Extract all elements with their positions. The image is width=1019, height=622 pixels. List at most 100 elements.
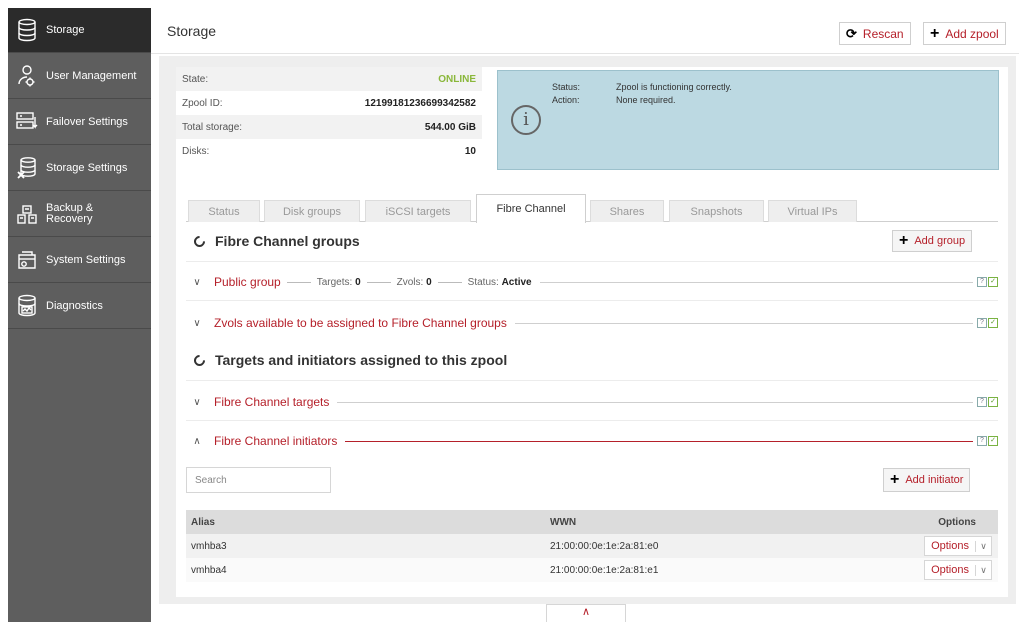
failover-icon <box>8 111 46 133</box>
chevron-down-icon[interactable]: ∨ <box>975 540 991 552</box>
zvols-available-link[interactable]: Zvols available to be assigned to Fibre … <box>214 316 507 330</box>
fc-targets-link[interactable]: Fibre Channel targets <box>214 395 329 409</box>
main-panel: State: ONLINE Zpool ID: 1219918123669934… <box>159 56 1016 604</box>
info-row-state: State: ONLINE <box>176 67 482 91</box>
disks-value: 10 <box>464 145 476 157</box>
tab-fibre-channel[interactable]: Fibre Channel <box>476 194 586 223</box>
action-value: None required. <box>616 95 676 105</box>
search-input[interactable] <box>186 467 331 493</box>
total-storage-value: 544.00 GiB <box>424 121 476 133</box>
fc-targets-row: ∨ Fibre Channel targets ? ✓ <box>186 392 998 412</box>
group-status: Status: Active <box>467 276 532 288</box>
check-icon[interactable]: ✓ <box>988 436 998 446</box>
divider <box>186 380 998 381</box>
fc-initiators-link[interactable]: Fibre Channel initiators <box>214 434 337 448</box>
chevron-down-icon[interactable]: ∨ <box>186 277 208 288</box>
plus-icon: + <box>899 232 909 249</box>
sidebar-item-user-management[interactable]: User Management <box>8 54 151 99</box>
table-row: vmhba3 21:00:00:0e:1e:2a:81:e0 Options ∨ <box>186 534 998 558</box>
zvols-available-row: ∨ Zvols available to be assigned to Fibr… <box>186 313 998 333</box>
rescan-label: Rescan <box>862 26 904 41</box>
sidebar-item-label: Failover Settings <box>46 115 128 128</box>
page-header: Storage ⟳ Rescan + Add zpool <box>151 8 1019 54</box>
help-icon[interactable]: ? <box>977 318 987 328</box>
info-row-disks: Disks: 10 <box>176 139 482 163</box>
add-group-button[interactable]: + Add group <box>892 230 973 252</box>
collapse-panel-button[interactable]: ∧ <box>546 604 626 622</box>
public-group-link[interactable]: Public group <box>214 275 281 289</box>
help-icon[interactable]: ? <box>977 397 987 407</box>
zvols-count: Zvols: 0 <box>396 276 432 288</box>
options-button[interactable]: Options ∨ <box>924 560 992 580</box>
tab-status[interactable]: Status <box>188 200 260 222</box>
check-icon[interactable]: ✓ <box>988 318 998 328</box>
sidebar-item-label: User Management <box>46 69 137 82</box>
column-header-options: Options <box>938 516 976 528</box>
zpool-id-value: 12199181236699342582 <box>364 97 476 109</box>
fc-groups-title: Fibre Channel groups <box>215 233 360 249</box>
sidebar-item-label: Storage Settings <box>46 161 128 174</box>
rescan-button[interactable]: ⟳ Rescan <box>839 22 911 45</box>
sidebar-item-failover-settings[interactable]: Failover Settings <box>8 100 151 145</box>
column-header-wwn: WWN <box>550 516 577 528</box>
help-icon[interactable]: ? <box>977 277 987 287</box>
tab-iscsi-targets[interactable]: iSCSI targets <box>365 200 471 222</box>
sidebar-item-storage-settings[interactable]: Storage Settings <box>8 146 151 191</box>
info-key: State: <box>182 73 209 85</box>
tab-shares[interactable]: Shares <box>590 200 664 222</box>
help-icon[interactable]: ? <box>977 436 987 446</box>
sidebar-item-storage[interactable]: Storage <box>8 8 151 53</box>
sidebar-item-diagnostics[interactable]: Diagnostics <box>8 284 151 329</box>
row-actions: ? ✓ <box>977 436 998 446</box>
sidebar-item-label: System Settings <box>46 253 126 266</box>
sidebar-item-backup-recovery[interactable]: Backup & Recovery <box>8 192 151 237</box>
tab-snapshots[interactable]: Snapshots <box>669 200 764 222</box>
check-icon[interactable]: ✓ <box>988 277 998 287</box>
plus-icon: + <box>890 471 900 488</box>
sidebar-item-system-settings[interactable]: System Settings <box>8 238 151 283</box>
add-initiator-button[interactable]: + Add initiator <box>883 468 971 492</box>
tab-disk-groups[interactable]: Disk groups <box>264 200 360 222</box>
zpool-content: State: ONLINE Zpool ID: 1219918123669934… <box>176 67 1008 597</box>
add-initiator-label: Add initiator <box>905 474 964 486</box>
separator-line <box>437 281 462 283</box>
alias-cell: vmhba4 <box>191 564 227 576</box>
chevron-down-icon[interactable]: ∨ <box>186 318 208 329</box>
chevron-down-icon[interactable]: ∨ <box>186 397 208 408</box>
chevron-down-icon[interactable]: ∨ <box>975 564 991 576</box>
tab-virtual-ips[interactable]: Virtual IPs <box>768 200 857 222</box>
add-zpool-button[interactable]: + Add zpool <box>923 22 1006 45</box>
alias-cell: vmhba3 <box>191 540 227 552</box>
divider <box>186 300 998 301</box>
fc-groups-heading: Fibre Channel groups <box>191 233 360 249</box>
options-label: Options <box>931 540 969 552</box>
info-key: Zpool ID: <box>182 97 223 109</box>
chevron-up-icon[interactable]: ∧ <box>186 436 208 447</box>
options-button[interactable]: Options ∨ <box>924 536 992 556</box>
options-cell: Options ∨ <box>898 560 998 580</box>
separator-line <box>345 440 973 442</box>
table-row: vmhba4 21:00:00:0e:1e:2a:81:e1 Options ∨ <box>186 558 998 582</box>
divider <box>186 420 998 421</box>
wwn-cell: 21:00:00:0e:1e:2a:81:e1 <box>550 564 659 576</box>
separator-line <box>366 281 391 283</box>
divider <box>186 261 998 262</box>
status-key: Status: <box>552 82 581 92</box>
status-value: Zpool is functioning correctly. <box>616 82 732 92</box>
storage-icon <box>8 18 46 42</box>
separator-line <box>514 322 973 324</box>
state-value: ONLINE <box>438 73 476 85</box>
row-actions: ? ✓ <box>977 397 998 407</box>
info-icon: i <box>511 105 541 135</box>
refresh-icon: ⟳ <box>846 25 857 41</box>
info-key: Disks: <box>182 145 210 157</box>
zpool-info-table: State: ONLINE Zpool ID: 1219918123669934… <box>176 67 482 163</box>
table-header: Alias WWN Options <box>186 510 998 534</box>
row-actions: ? ✓ <box>977 318 998 328</box>
separator-line <box>539 281 973 283</box>
wwn-cell: 21:00:00:0e:1e:2a:81:e0 <box>550 540 659 552</box>
action-key: Action: <box>552 95 580 105</box>
spinner-icon <box>191 233 208 249</box>
check-icon[interactable]: ✓ <box>988 397 998 407</box>
backup-icon <box>8 203 46 225</box>
